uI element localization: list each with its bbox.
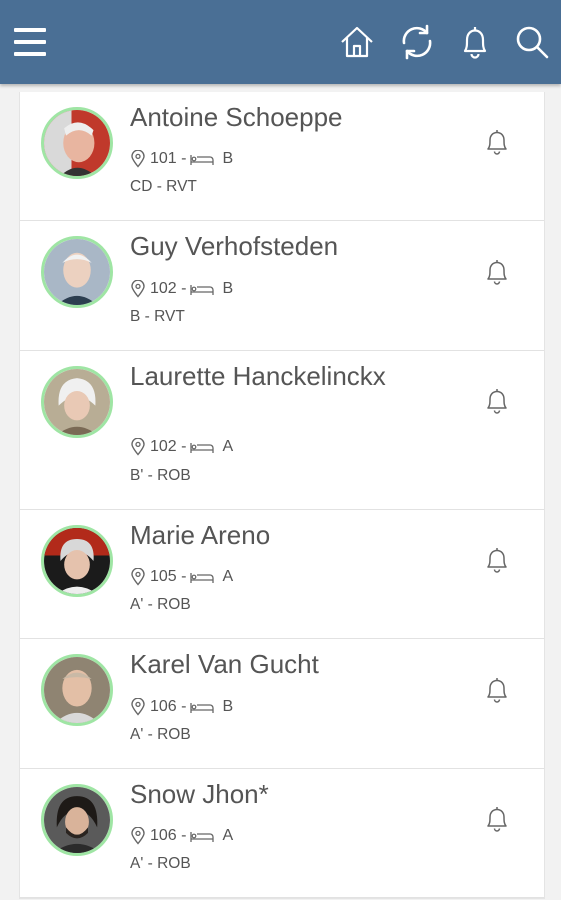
notifications-bell-icon[interactable] — [455, 22, 495, 62]
resident-bell-icon[interactable] — [484, 258, 510, 286]
resident-bell-icon[interactable] — [484, 128, 510, 156]
resident-unit: B - RVT — [130, 308, 185, 325]
resident-list-item[interactable]: Antoine Schoeppe 101 - B CD - RVT — [20, 92, 544, 221]
resident-bed: A — [222, 827, 234, 844]
location-pin-icon — [131, 568, 145, 586]
resident-name: Guy Verhofsteden — [130, 231, 339, 261]
app-header — [0, 0, 561, 84]
resident-avatar — [41, 784, 113, 856]
resident-bell-icon[interactable] — [484, 387, 510, 415]
resident-unit: A' - ROB — [130, 726, 191, 743]
resident-list-item[interactable]: Guy Verhofsteden 102 - B B - RVT — [20, 221, 544, 351]
resident-unit: CD - RVT — [130, 178, 197, 195]
resident-bed: B — [222, 280, 234, 297]
resident-name: Snow Jhon* — [130, 779, 269, 809]
location-pin-icon — [131, 438, 145, 456]
resident-bed: B — [222, 150, 234, 167]
resident-name: Marie Areno — [130, 520, 271, 550]
resident-location: 106 - A — [130, 826, 233, 846]
bed-icon — [190, 832, 215, 842]
home-icon[interactable] — [337, 22, 377, 62]
resident-room: 106 - — [150, 827, 187, 844]
resident-avatar — [41, 525, 113, 597]
resident-bed: A — [222, 438, 234, 455]
resident-avatar — [41, 654, 113, 726]
resident-unit: A' - ROB — [130, 596, 191, 613]
resident-bed: B — [222, 698, 234, 715]
resident-bell-icon[interactable] — [484, 805, 510, 833]
resident-location: 102 - A — [130, 437, 233, 457]
resident-location: 101 - B — [130, 149, 233, 169]
refresh-icon[interactable] — [397, 22, 437, 62]
resident-list: Antoine Schoeppe 101 - B CD - RVT Guy Ve… — [19, 92, 545, 899]
resident-room: 101 - — [150, 150, 187, 167]
resident-name: Karel Van Gucht — [130, 649, 319, 679]
resident-location: 102 - B — [130, 279, 233, 299]
resident-room: 105 - — [150, 568, 187, 585]
resident-bed: A — [222, 568, 234, 585]
resident-list-item[interactable]: Karel Van Gucht 106 - B A' - ROB — [20, 639, 544, 769]
menu-icon[interactable] — [14, 26, 48, 58]
resident-avatar — [41, 366, 113, 438]
resident-bell-icon[interactable] — [484, 546, 510, 574]
bed-icon — [190, 703, 215, 713]
resident-avatar — [41, 236, 113, 308]
resident-name: Laurette Hanckelinckx — [130, 361, 386, 391]
resident-unit: A' - ROB — [130, 855, 191, 872]
resident-list-item[interactable]: Snow Jhon* 106 - A A' - ROB — [20, 769, 544, 898]
location-pin-icon — [131, 280, 145, 298]
resident-room: 106 - — [150, 698, 187, 715]
bed-icon — [190, 573, 215, 583]
location-pin-icon — [131, 827, 145, 845]
resident-room: 102 - — [150, 280, 187, 297]
bed-icon — [190, 285, 215, 295]
resident-list-item[interactable]: Marie Areno 105 - A A' - ROB — [20, 510, 544, 639]
bed-icon — [190, 155, 215, 165]
search-icon[interactable] — [512, 22, 552, 62]
location-pin-icon — [131, 150, 145, 168]
resident-bell-icon[interactable] — [484, 676, 510, 704]
resident-avatar — [41, 107, 113, 179]
resident-location: 106 - B — [130, 697, 233, 717]
resident-location: 105 - A — [130, 567, 233, 587]
resident-room: 102 - — [150, 438, 187, 455]
bed-icon — [190, 443, 215, 453]
resident-name: Antoine Schoeppe — [130, 102, 343, 132]
resident-unit: B' - ROB — [130, 467, 191, 484]
location-pin-icon — [131, 698, 145, 716]
resident-list-item[interactable]: Laurette Hanckelinckx 102 - A B' - ROB — [20, 351, 544, 510]
